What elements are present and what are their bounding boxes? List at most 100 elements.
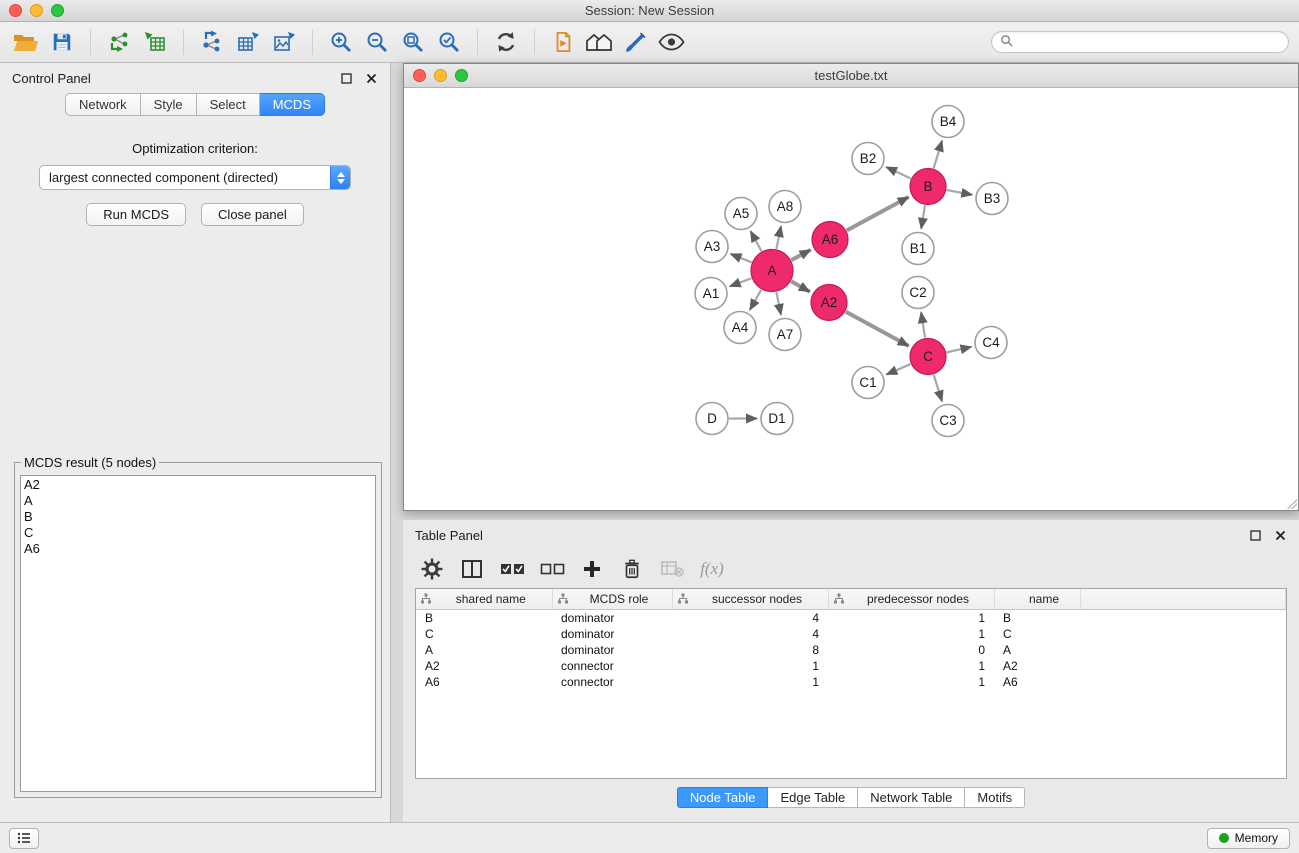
table-cell[interactable]: C bbox=[994, 626, 1080, 642]
graph-node-C3[interactable]: C3 bbox=[932, 405, 964, 437]
zoom-fit-icon[interactable] bbox=[397, 26, 429, 58]
graph-edge-A-A1[interactable] bbox=[730, 278, 752, 286]
select-all-icon[interactable] bbox=[497, 554, 527, 584]
network-close-button[interactable] bbox=[413, 69, 426, 82]
graph-edge-B-B2[interactable] bbox=[886, 167, 911, 179]
graph-edge-A2-C[interactable] bbox=[846, 312, 909, 346]
graph-edge-C-C4[interactable] bbox=[947, 347, 972, 353]
mcds-result-item[interactable]: A bbox=[24, 493, 372, 509]
table-cell[interactable]: 1 bbox=[672, 674, 828, 690]
run-mcds-button[interactable]: Run MCDS bbox=[86, 203, 186, 226]
close-panel-button[interactable]: Close panel bbox=[201, 203, 304, 226]
table-cell[interactable]: B bbox=[994, 609, 1080, 626]
float-panel-icon[interactable] bbox=[340, 72, 353, 85]
column-header[interactable]: MCDS role bbox=[552, 589, 672, 609]
tab-style[interactable]: Style bbox=[141, 93, 197, 116]
graph-node-A4[interactable]: A4 bbox=[724, 312, 756, 344]
table-cell[interactable]: B bbox=[416, 609, 552, 626]
column-header[interactable]: predecessor nodes bbox=[828, 589, 994, 609]
graph-edge-A-A8[interactable] bbox=[776, 226, 781, 249]
optimization-criterion-dropdown[interactable]: largest connected component (directed) bbox=[39, 165, 351, 190]
table-cell[interactable]: dominator bbox=[552, 609, 672, 626]
save-session-icon[interactable] bbox=[46, 26, 78, 58]
graph-node-C2[interactable]: C2 bbox=[902, 277, 934, 309]
table-row[interactable]: Adominator80A bbox=[416, 642, 1286, 658]
table-cell[interactable]: 4 bbox=[672, 626, 828, 642]
graph-node-A2[interactable]: A2 bbox=[811, 285, 847, 321]
table-cell[interactable]: dominator bbox=[552, 642, 672, 658]
open-session-icon[interactable] bbox=[10, 26, 42, 58]
task-history-button[interactable] bbox=[9, 828, 39, 849]
table-cell[interactable]: A bbox=[416, 642, 552, 658]
table-cell[interactable]: A bbox=[994, 642, 1080, 658]
search-input[interactable] bbox=[1018, 35, 1280, 49]
table-cell[interactable]: A6 bbox=[994, 674, 1080, 690]
network-canvas[interactable]: B4B2BB3A5A8A6B1A3AC2A1A2A4A7CC4C1C3DD1 bbox=[404, 88, 1298, 510]
table-cell[interactable]: 4 bbox=[672, 609, 828, 626]
graph-node-A[interactable]: A bbox=[751, 250, 793, 292]
add-row-icon[interactable] bbox=[577, 554, 607, 584]
home-icon[interactable] bbox=[583, 26, 615, 58]
graph-node-C4[interactable]: C4 bbox=[975, 327, 1007, 359]
mcds-result-item[interactable]: B bbox=[24, 509, 372, 525]
graph-node-D[interactable]: D bbox=[696, 403, 728, 435]
graph-edge-A6-B[interactable] bbox=[847, 197, 909, 230]
refresh-icon[interactable] bbox=[490, 26, 522, 58]
eye-icon[interactable] bbox=[655, 26, 687, 58]
export-table-icon[interactable] bbox=[232, 26, 264, 58]
deselect-all-icon[interactable] bbox=[537, 554, 567, 584]
import-table-icon[interactable] bbox=[139, 26, 171, 58]
graph-node-A7[interactable]: A7 bbox=[769, 319, 801, 351]
table-cell[interactable]: 0 bbox=[828, 642, 994, 658]
graph-edge-A-A2[interactable] bbox=[791, 281, 810, 291]
table-cell[interactable]: A2 bbox=[416, 658, 552, 674]
mcds-result-list[interactable]: A2 A B C A6 bbox=[20, 475, 376, 792]
zoom-in-icon[interactable] bbox=[325, 26, 357, 58]
graph-edge-B-B4[interactable] bbox=[934, 141, 943, 169]
tab-network-table[interactable]: Network Table bbox=[858, 787, 965, 808]
mcds-result-item[interactable]: A6 bbox=[24, 541, 372, 557]
network-minimize-button[interactable] bbox=[434, 69, 447, 82]
graph-edge-A-A4[interactable] bbox=[750, 290, 761, 310]
float-table-panel-icon[interactable] bbox=[1249, 529, 1262, 542]
zoom-out-icon[interactable] bbox=[361, 26, 393, 58]
table-cell[interactable]: 1 bbox=[672, 658, 828, 674]
table-row[interactable]: A6connector11A6 bbox=[416, 674, 1286, 690]
gear-icon[interactable] bbox=[417, 554, 447, 584]
export-network-icon[interactable] bbox=[196, 26, 228, 58]
search-field[interactable] bbox=[991, 31, 1289, 53]
zoom-button[interactable] bbox=[51, 4, 64, 17]
table-cell[interactable]: A2 bbox=[994, 658, 1080, 674]
graph-node-B[interactable]: B bbox=[910, 169, 946, 205]
resize-grip[interactable] bbox=[1287, 499, 1297, 509]
graph-node-A6[interactable]: A6 bbox=[812, 222, 848, 258]
graph-node-B4[interactable]: B4 bbox=[932, 106, 964, 138]
memory-button[interactable]: Memory bbox=[1207, 828, 1290, 849]
graph-edge-C-C2[interactable] bbox=[921, 312, 925, 337]
network-graph[interactable]: B4B2BB3A5A8A6B1A3AC2A1A2A4A7CC4C1C3DD1 bbox=[404, 88, 1298, 510]
table-cell[interactable]: 8 bbox=[672, 642, 828, 658]
zoom-selected-icon[interactable] bbox=[433, 26, 465, 58]
close-button[interactable] bbox=[9, 4, 22, 17]
close-table-panel-icon[interactable] bbox=[1274, 529, 1287, 542]
table-cell[interactable]: 1 bbox=[828, 658, 994, 674]
column-header[interactable]: name bbox=[994, 589, 1080, 609]
table-cell[interactable]: 1 bbox=[828, 626, 994, 642]
import-network-icon[interactable] bbox=[103, 26, 135, 58]
graph-node-A8[interactable]: A8 bbox=[769, 191, 801, 223]
graph-node-B2[interactable]: B2 bbox=[852, 143, 884, 175]
table-row[interactable]: Cdominator41C bbox=[416, 626, 1286, 642]
tab-select[interactable]: Select bbox=[197, 93, 260, 116]
tab-edge-table[interactable]: Edge Table bbox=[768, 787, 858, 808]
graph-edge-C-C1[interactable] bbox=[886, 364, 910, 374]
tab-node-table[interactable]: Node Table bbox=[677, 787, 769, 808]
graph-edge-A-A6[interactable] bbox=[791, 250, 810, 260]
export-image-icon[interactable] bbox=[268, 26, 300, 58]
tab-mcds[interactable]: MCDS bbox=[260, 93, 325, 116]
graph-node-C[interactable]: C bbox=[910, 339, 946, 375]
graph-edge-B-B3[interactable] bbox=[947, 190, 973, 195]
graph-edge-C-C3[interactable] bbox=[934, 375, 942, 402]
columns-icon[interactable] bbox=[457, 554, 487, 584]
column-header[interactable]: successor nodes bbox=[672, 589, 828, 609]
graph-edge-B-B1[interactable] bbox=[921, 205, 925, 228]
